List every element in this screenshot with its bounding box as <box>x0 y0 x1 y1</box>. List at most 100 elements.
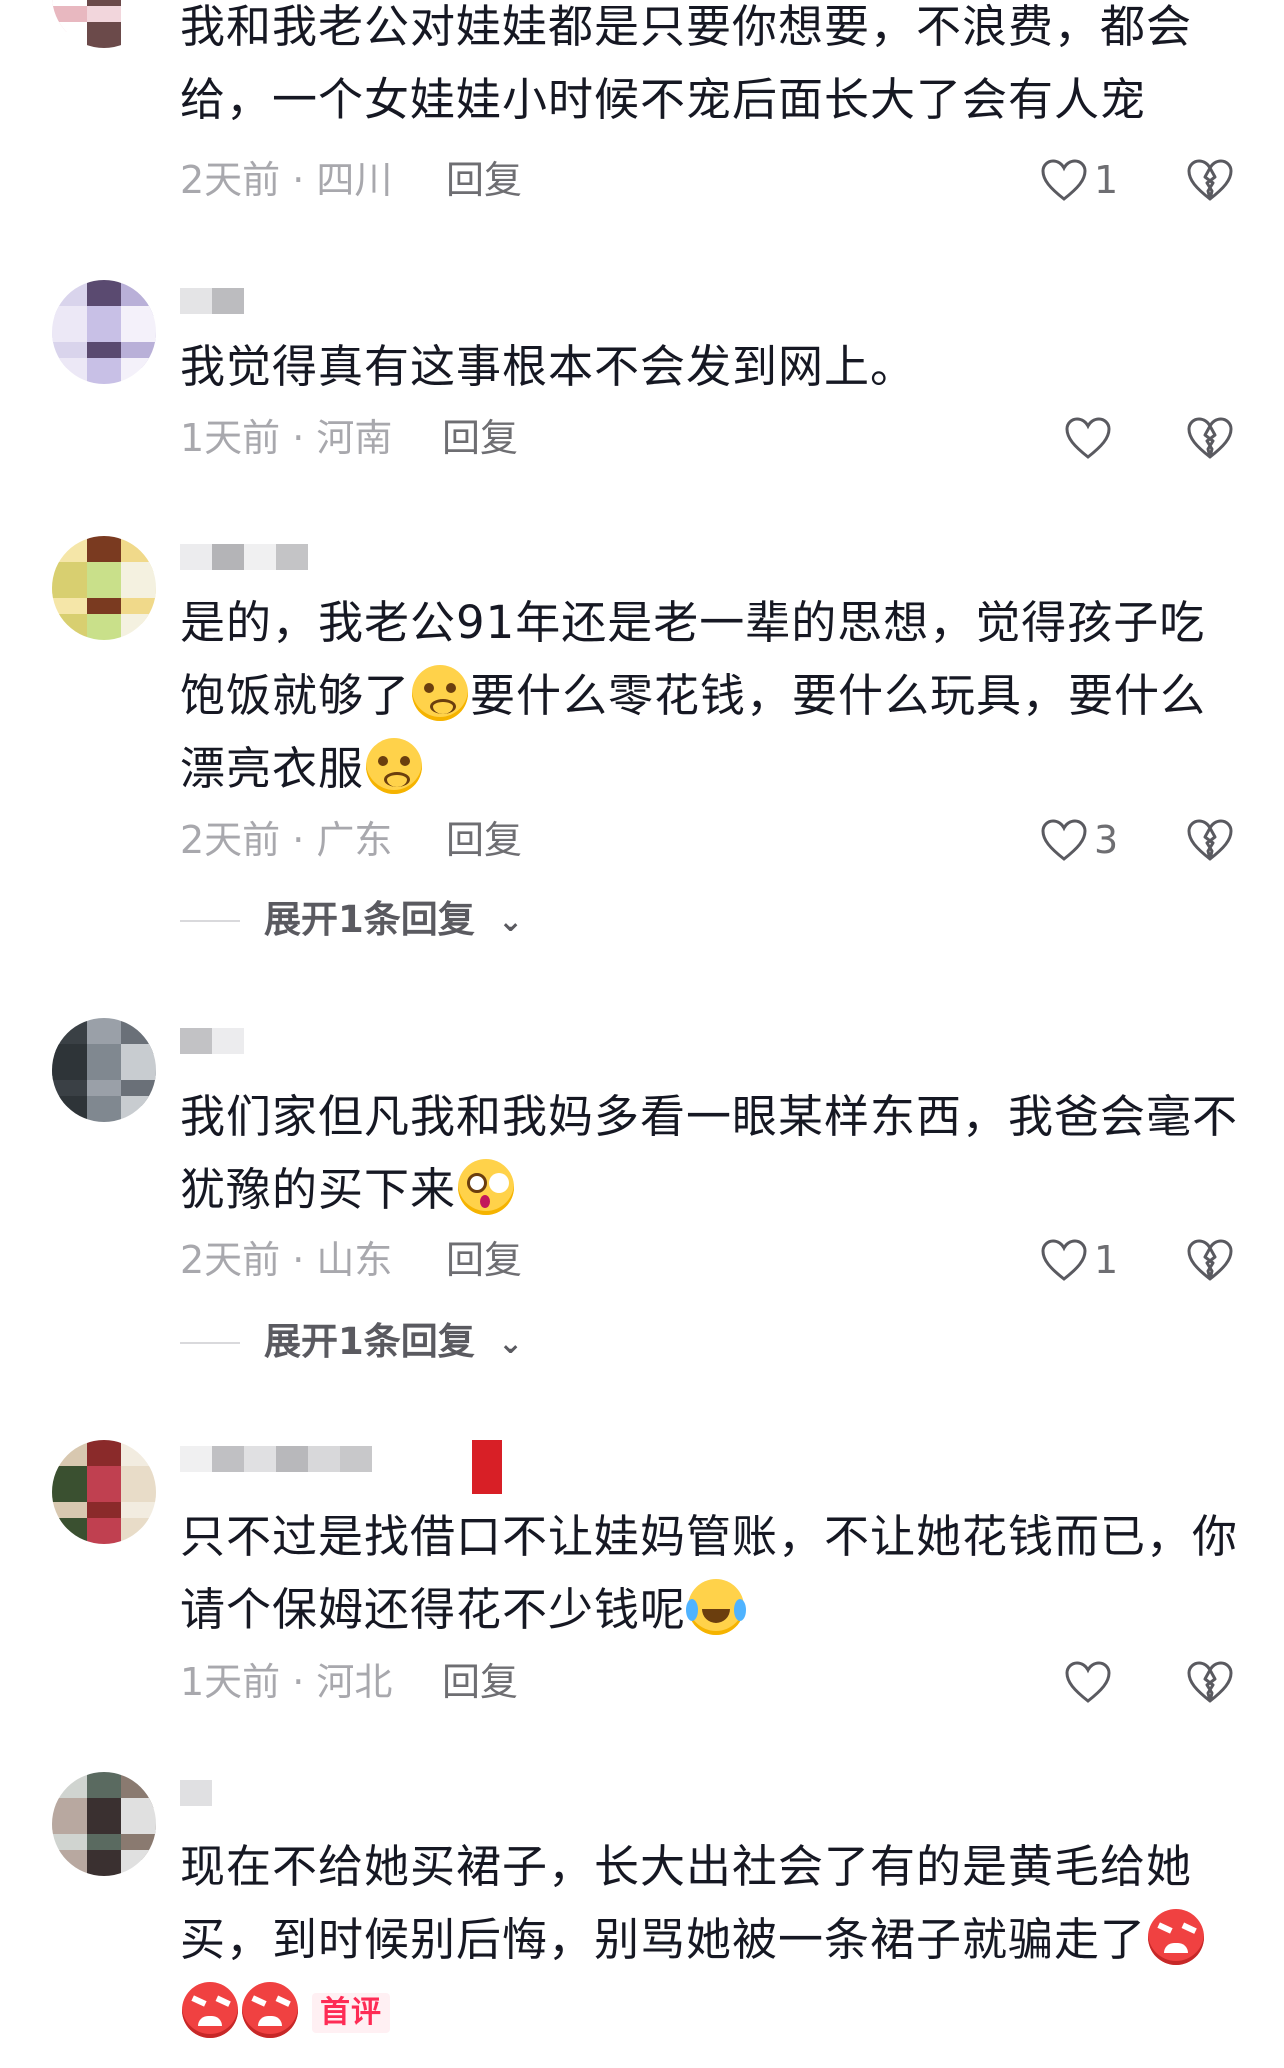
like-button[interactable]: 1 <box>1040 156 1122 204</box>
chevron-down-icon: ⌄ <box>498 904 524 939</box>
username-mosaic-block <box>180 1446 212 1472</box>
comment-text: 我和我老公对娃娃都是只要你想要，不浪费，都会给，一个女娃娃小时候不宠后面长大了会… <box>180 0 1193 126</box>
like-button[interactable]: 3 <box>1040 816 1122 864</box>
avatar-tile <box>52 1044 87 1081</box>
avatar-tile <box>121 1466 156 1503</box>
username-mosaic-block <box>308 1446 340 1472</box>
avatar-tile <box>121 1518 156 1544</box>
avatar-tile <box>86 1096 122 1122</box>
divider <box>180 1342 240 1344</box>
username-mosaic-block <box>212 1446 244 1472</box>
angry-emoji-icon <box>242 1982 298 2038</box>
heart-icon <box>1041 159 1087 201</box>
avatar-tile <box>52 614 87 640</box>
broken-heart-icon[interactable] <box>1186 818 1234 862</box>
laugh-cry-emoji-icon <box>686 1579 745 1635</box>
avatar-tile <box>52 358 87 384</box>
angry-emoji-icon <box>182 1982 238 2038</box>
avatar-tile <box>52 0 87 7</box>
comment-text-part: 我们家但凡我和我妈多看一眼某样东西，我爸会毫不犹豫的买下来 <box>180 1090 1239 1216</box>
username-mosaic-block <box>244 1446 276 1472</box>
worried-emoji-icon <box>412 665 469 721</box>
avatar[interactable] <box>52 1440 156 1544</box>
comment-time-location: 1天前 · 河南 <box>180 416 393 460</box>
broken-heart-icon[interactable] <box>1186 1238 1234 1282</box>
reply-button[interactable]: 回复 <box>442 414 518 462</box>
username-mosaic-block <box>180 288 212 314</box>
like-count: 3 <box>1094 818 1119 862</box>
avatar-tile <box>86 1466 122 1503</box>
broken-heart-icon[interactable] <box>1186 158 1234 202</box>
avatar-tile <box>86 1044 122 1081</box>
like-button[interactable] <box>1064 1658 1112 1706</box>
reply-button[interactable]: 回复 <box>446 816 522 864</box>
comment-text: 我觉得真有这事根本不会发到网上。 <box>180 340 917 393</box>
avatar-tile <box>121 1798 156 1835</box>
avatar-tile <box>121 1044 156 1081</box>
avatar-tile <box>52 1466 87 1503</box>
like-button[interactable] <box>1064 414 1112 462</box>
heart-icon <box>1041 819 1087 861</box>
avatar[interactable] <box>52 1018 156 1122</box>
heart-icon <box>1065 1661 1111 1703</box>
username-mosaic-block <box>212 544 244 570</box>
avatar-tile <box>121 1096 156 1122</box>
comment-time-location: 2天前 · 山东 <box>180 1238 393 1282</box>
avatar[interactable] <box>52 0 156 48</box>
avatar-tile <box>121 614 156 640</box>
avatar-tile <box>121 358 156 384</box>
username-mosaic-block <box>180 1028 212 1054</box>
avatar-tile <box>121 22 156 48</box>
avatar-tile <box>121 562 156 599</box>
avatar[interactable] <box>52 1772 156 1876</box>
avatar-tile <box>86 1850 122 1876</box>
expand-replies-label: 展开1条回复 <box>264 1320 475 1363</box>
avatar-tile <box>86 1798 122 1835</box>
expand-replies-label: 展开1条回复 <box>264 898 475 941</box>
avatar-tile <box>86 22 122 48</box>
reply-button[interactable]: 回复 <box>442 1658 518 1706</box>
comment-time-location: 2天前 · 广东 <box>180 818 393 862</box>
avatar-tile <box>86 562 122 599</box>
red-badge-icon <box>472 1440 502 1494</box>
chevron-down-icon: ⌄ <box>498 1326 524 1361</box>
comment-time-location: 2天前 · 四川 <box>180 158 393 202</box>
avatar-tile <box>86 306 122 343</box>
comment-time-location: 1天前 · 河北 <box>180 1660 393 1704</box>
avatar-tile <box>52 22 87 48</box>
like-count: 1 <box>1094 158 1119 202</box>
comment-text: 现在不给她买裙子，长大出社会了有的是黄毛给她买，到时候别后悔，别骂她被一条裙子就… <box>180 1830 1240 2049</box>
broken-heart-icon[interactable] <box>1186 416 1234 460</box>
reply-button[interactable]: 回复 <box>446 156 522 204</box>
username-mosaic-block <box>180 544 212 570</box>
like-count: 1 <box>1094 1238 1119 1282</box>
like-button[interactable]: 1 <box>1040 1236 1122 1284</box>
username-mosaic-block <box>212 288 244 314</box>
comment-text: 我们家但凡我和我妈多看一眼某样东西，我爸会毫不犹豫的买下来 <box>180 1080 1240 1226</box>
avatar[interactable] <box>52 536 156 640</box>
heart-icon <box>1041 1239 1087 1281</box>
comment-text: 只不过是找借口不让娃妈管账，不让她花钱而已，你请个保姆还得花不少钱呢 <box>180 1500 1240 1646</box>
username-mosaic-block <box>180 1780 212 1806</box>
broken-heart-icon[interactable] <box>1186 1660 1234 1704</box>
divider <box>180 920 240 922</box>
avatar-tile <box>86 0 122 7</box>
comment-text: 是的，我老公91年还是老一辈的思想，觉得孩子吃饱饭就够了 要什么零花钱，要什么玩具… <box>180 586 1240 805</box>
avatar-tile <box>52 306 87 343</box>
first-comment-badge: 首评 <box>312 1993 390 2033</box>
avatar-tile <box>121 0 156 7</box>
comment-text-part: 现在不给她买裙子，长大出社会了有的是黄毛给她买，到时候别后悔，别骂她被一条裙子就… <box>180 1840 1193 1966</box>
username-mosaic-block <box>276 1446 308 1472</box>
avatar-tile <box>52 562 87 599</box>
avatar-tile <box>121 306 156 343</box>
shocked-emoji-icon <box>458 1159 515 1215</box>
avatar[interactable] <box>52 280 156 384</box>
heart-icon <box>1065 417 1111 459</box>
avatar-tile <box>52 1096 87 1122</box>
username-mosaic-block <box>276 544 308 570</box>
avatar-tile <box>86 614 122 640</box>
reply-button[interactable]: 回复 <box>446 1236 522 1284</box>
avatar-tile <box>52 1850 87 1876</box>
avatar-tile <box>86 1518 122 1544</box>
username-mosaic-block <box>244 544 276 570</box>
